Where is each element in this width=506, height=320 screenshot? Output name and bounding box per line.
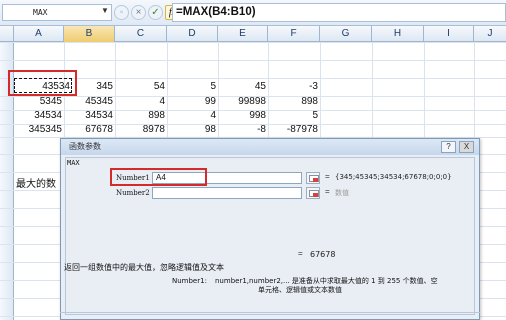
- equals-sign: =: [325, 172, 330, 181]
- enter-button[interactable]: ✓: [148, 5, 163, 20]
- help-button[interactable]: ?: [441, 141, 456, 153]
- cell-d4[interactable]: 5: [167, 79, 218, 95]
- column-header-b[interactable]: B: [64, 26, 115, 42]
- column-header-d[interactable]: D: [167, 26, 218, 42]
- column-header-c[interactable]: C: [115, 26, 167, 42]
- number2-input[interactable]: [152, 187, 302, 199]
- argument-help-text-2: 单元格、逻辑值或文本数值: [258, 286, 342, 294]
- name-box[interactable]: MAX: [2, 4, 112, 21]
- collapse-dialog-icon[interactable]: [306, 172, 320, 184]
- argument-help-label: Number1:: [172, 277, 207, 285]
- dialog-title: 函数参数: [61, 139, 479, 155]
- cancel-button[interactable]: ×: [131, 5, 146, 20]
- close-button[interactable]: X: [459, 141, 474, 153]
- formula-buttons: ◦ × ✓ fx: [114, 4, 180, 21]
- number2-label: Number2: [116, 189, 150, 197]
- cell-c4[interactable]: 54: [115, 79, 167, 95]
- formula-input[interactable]: =MAX(B4:B10): [172, 3, 506, 22]
- column-header-e[interactable]: E: [218, 26, 268, 42]
- formula-bar: MAX ▼ ◦ × ✓ fx =MAX(B4:B10): [0, 0, 506, 26]
- highlight-box: [110, 168, 207, 186]
- select-all-corner[interactable]: [0, 26, 14, 42]
- cell-d7[interactable]: 98: [167, 122, 218, 138]
- cell-c7[interactable]: 8978: [115, 122, 167, 138]
- highlight-box: [8, 70, 77, 96]
- grid-row-line: [0, 60, 506, 61]
- grid-row-line: [0, 42, 506, 43]
- cell-e4[interactable]: 45: [218, 79, 268, 95]
- cell-b7[interactable]: 67678: [64, 122, 115, 138]
- column-header-i[interactable]: I: [424, 26, 474, 42]
- formula-equals-sign: =: [298, 249, 303, 258]
- column-header-f[interactable]: F: [268, 26, 320, 42]
- cell-a-label[interactable]: 最大的数: [14, 177, 64, 193]
- column-header-g[interactable]: G: [320, 26, 372, 42]
- argument-help-text: number1,number2,... 是准备从中求取最大值的 1 到 255 …: [215, 277, 438, 285]
- number2-result: 数值: [335, 189, 349, 197]
- column-header-bar: A B C D E F G H I J: [0, 26, 506, 42]
- collapse-dialog-icon[interactable]: [306, 187, 320, 199]
- function-name: MAX: [67, 159, 80, 167]
- column-header-a[interactable]: A: [14, 26, 64, 42]
- name-box-dropdown-icon[interactable]: ▼: [101, 6, 109, 15]
- function-description: 返回一组数值中的最大值，忽略逻辑值及文本: [64, 263, 224, 272]
- formula-result: 67678: [310, 250, 336, 259]
- insert-placeholder-icon: ◦: [114, 5, 129, 20]
- equals-sign: =: [325, 187, 330, 196]
- column-header-h[interactable]: H: [372, 26, 424, 42]
- cell-f4[interactable]: -3: [268, 79, 320, 95]
- cell-e7[interactable]: -8: [218, 122, 268, 138]
- column-header-j[interactable]: J: [474, 26, 506, 42]
- dialog-separator: [60, 312, 480, 313]
- cell-f7[interactable]: -87978: [268, 122, 320, 138]
- cell-a7[interactable]: 345345: [14, 122, 64, 138]
- number1-result: {345;45345;34534;67678;0;0;0}: [335, 173, 452, 181]
